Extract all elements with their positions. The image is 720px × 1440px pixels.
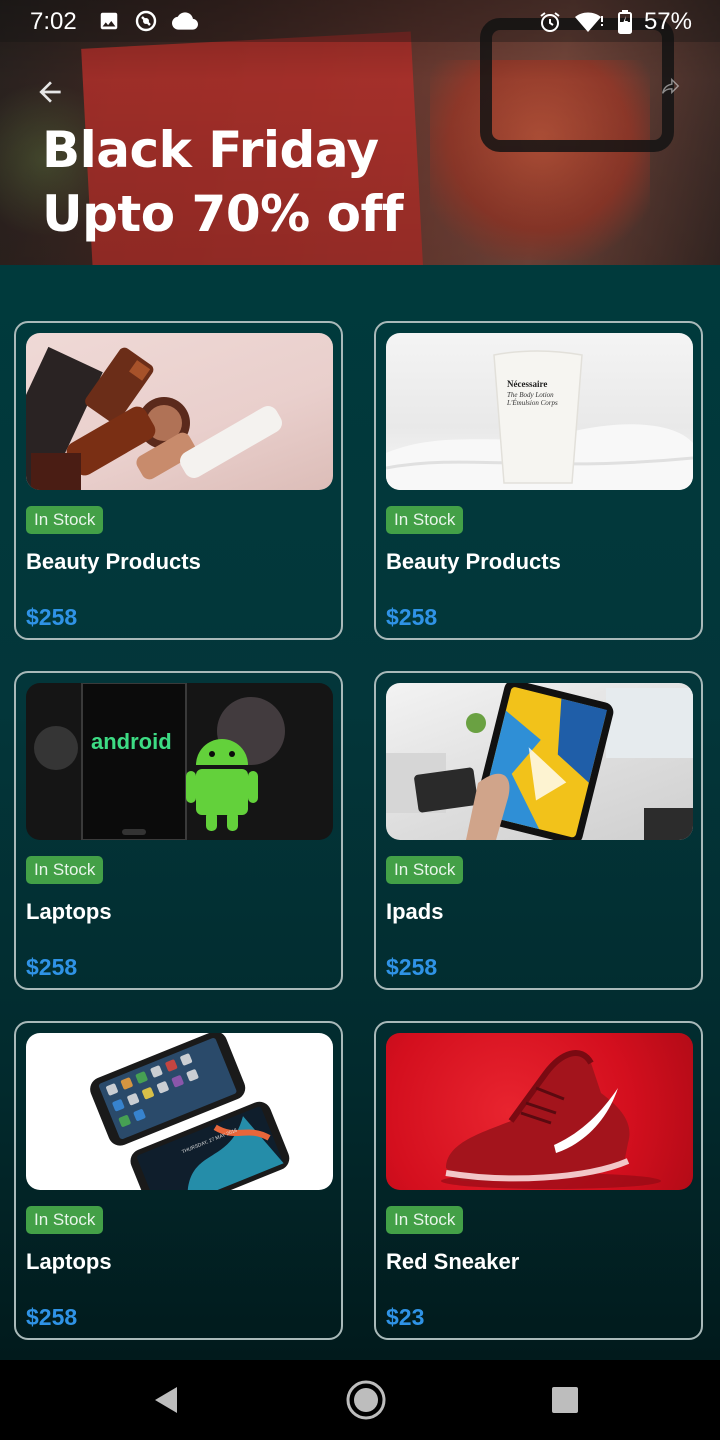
nav-back-icon bbox=[155, 1387, 177, 1413]
image-icon bbox=[98, 10, 120, 32]
product-card[interactable]: In Stock Red Sneaker $23 bbox=[374, 1021, 703, 1340]
alarm-icon bbox=[538, 10, 562, 34]
product-card[interactable]: android In Stock Laptops $258 bbox=[14, 671, 343, 990]
product-card[interactable]: In Stock Ipads $258 bbox=[374, 671, 703, 990]
product-card[interactable]: THURSDAY, 27 MAY 2018 In Stock Laptops $… bbox=[14, 1021, 343, 1340]
product-price: $258 bbox=[26, 604, 78, 630]
lotion-subtitle: L'Émulsion Corps bbox=[506, 399, 558, 407]
product-price: $23 bbox=[386, 1304, 425, 1330]
status-time: 7:02 bbox=[30, 8, 77, 35]
stock-badge: In Stock bbox=[26, 1206, 104, 1234]
battery-icon bbox=[617, 10, 632, 34]
product-title: Laptops bbox=[26, 899, 112, 924]
status-right-icons: 57% bbox=[538, 8, 692, 36]
lotion-name: The Body Lotion bbox=[507, 391, 554, 399]
nav-recents-button[interactable] bbox=[543, 1378, 587, 1422]
stock-badge: In Stock bbox=[26, 856, 104, 884]
system-nav-bar bbox=[0, 1360, 720, 1440]
android-wordmark: android bbox=[91, 729, 172, 754]
nav-home-icon bbox=[346, 1380, 386, 1420]
wifi-icon bbox=[574, 10, 606, 34]
stock-badge: In Stock bbox=[386, 506, 464, 534]
stock-badge: In Stock bbox=[386, 856, 464, 884]
red-sneaker-image bbox=[386, 1033, 693, 1190]
product-price: $258 bbox=[386, 954, 438, 980]
product-title: Ipads bbox=[386, 899, 444, 924]
battery-percent: 57% bbox=[643, 8, 692, 35]
product-title: Beauty Products bbox=[386, 549, 561, 574]
back-button[interactable] bbox=[28, 70, 72, 114]
product-card[interactable]: Nécessaire The Body Lotion L'Émulsion Co… bbox=[374, 321, 703, 640]
product-card[interactable]: In Stock Beauty Products $258 bbox=[14, 321, 343, 640]
title-line-2: Upto 70% off bbox=[42, 185, 404, 243]
ipad-image bbox=[386, 683, 693, 840]
sync-icon bbox=[134, 9, 158, 33]
nav-back-button[interactable] bbox=[144, 1378, 188, 1422]
status-bar: 7:02 57% bbox=[0, 0, 720, 42]
lotion-tube-image: Nécessaire The Body Lotion L'Émulsion Co… bbox=[386, 333, 693, 490]
product-title: Laptops bbox=[26, 1249, 112, 1274]
product-title: Red Sneaker bbox=[386, 1249, 520, 1274]
product-title: Beauty Products bbox=[26, 549, 201, 574]
smartphones-image: THURSDAY, 27 MAY 2018 bbox=[26, 1033, 333, 1190]
share-icon bbox=[661, 77, 680, 95]
product-price: $258 bbox=[386, 604, 438, 630]
lotion-brand: Nécessaire bbox=[507, 379, 547, 389]
product-price: $258 bbox=[26, 1304, 78, 1330]
stock-badge: In Stock bbox=[26, 506, 104, 534]
product-price: $258 bbox=[26, 954, 78, 980]
arrow-left-icon bbox=[39, 81, 61, 103]
android-phone-image: android bbox=[26, 683, 333, 840]
product-grid: In Stock Beauty Products $258 Nécessaire… bbox=[0, 265, 720, 1360]
share-button[interactable] bbox=[654, 70, 686, 102]
page-title: Black Friday Upto 70% off bbox=[42, 118, 404, 246]
cloud-icon bbox=[172, 10, 198, 32]
nav-home-button[interactable] bbox=[344, 1378, 388, 1422]
nav-recents-icon bbox=[552, 1387, 578, 1413]
status-left-icons bbox=[98, 9, 198, 33]
cosmetics-image bbox=[26, 333, 333, 490]
stock-badge: In Stock bbox=[386, 1206, 464, 1234]
title-line-1: Black Friday bbox=[42, 121, 379, 179]
